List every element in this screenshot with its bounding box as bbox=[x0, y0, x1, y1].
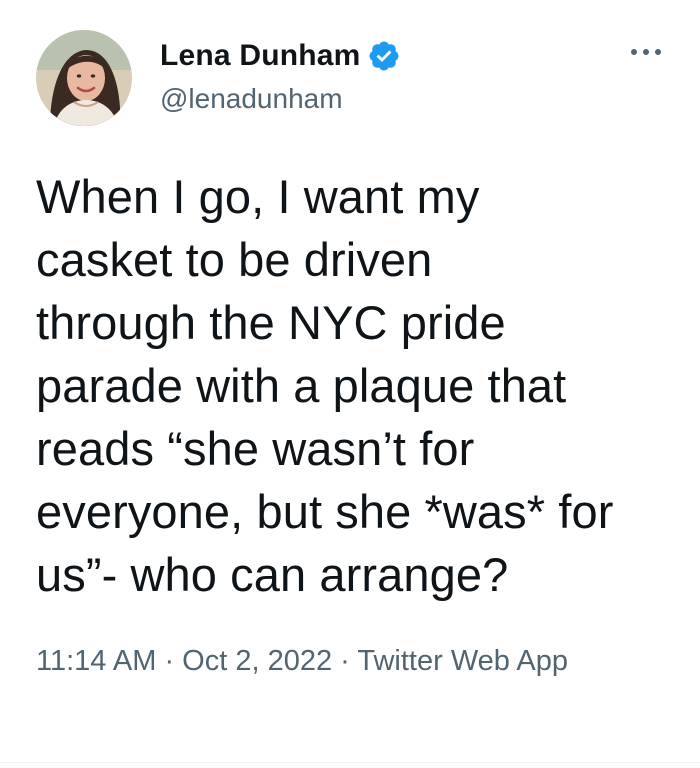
author-avatar[interactable] bbox=[36, 30, 132, 126]
tweet-date[interactable]: Oct 2, 2022 bbox=[182, 645, 332, 677]
meta-separator: · bbox=[332, 645, 358, 677]
meta-separator: · bbox=[156, 645, 183, 677]
verified-badge-icon[interactable] bbox=[367, 39, 401, 73]
author-handle[interactable]: @lenadunham bbox=[160, 83, 343, 115]
divider bbox=[0, 762, 700, 763]
more-options-icon[interactable] bbox=[624, 40, 668, 64]
tweet-source[interactable]: Twitter Web App bbox=[357, 645, 568, 677]
tweet-time[interactable]: 11:14 AM bbox=[36, 645, 156, 677]
author-name-row: Lena Dunham bbox=[160, 38, 401, 74]
author-display-name[interactable]: Lena Dunham bbox=[160, 39, 361, 73]
tweet-metadata: 11:14 AM · Oct 2, 2022 · Twitter Web App bbox=[36, 640, 636, 683]
tweet-text: When I go, I want my casket to be driven… bbox=[36, 170, 614, 601]
profile-photo-icon bbox=[36, 30, 132, 126]
tweet-card: Lena Dunham @lenadunham When I go, I wan… bbox=[0, 0, 700, 768]
